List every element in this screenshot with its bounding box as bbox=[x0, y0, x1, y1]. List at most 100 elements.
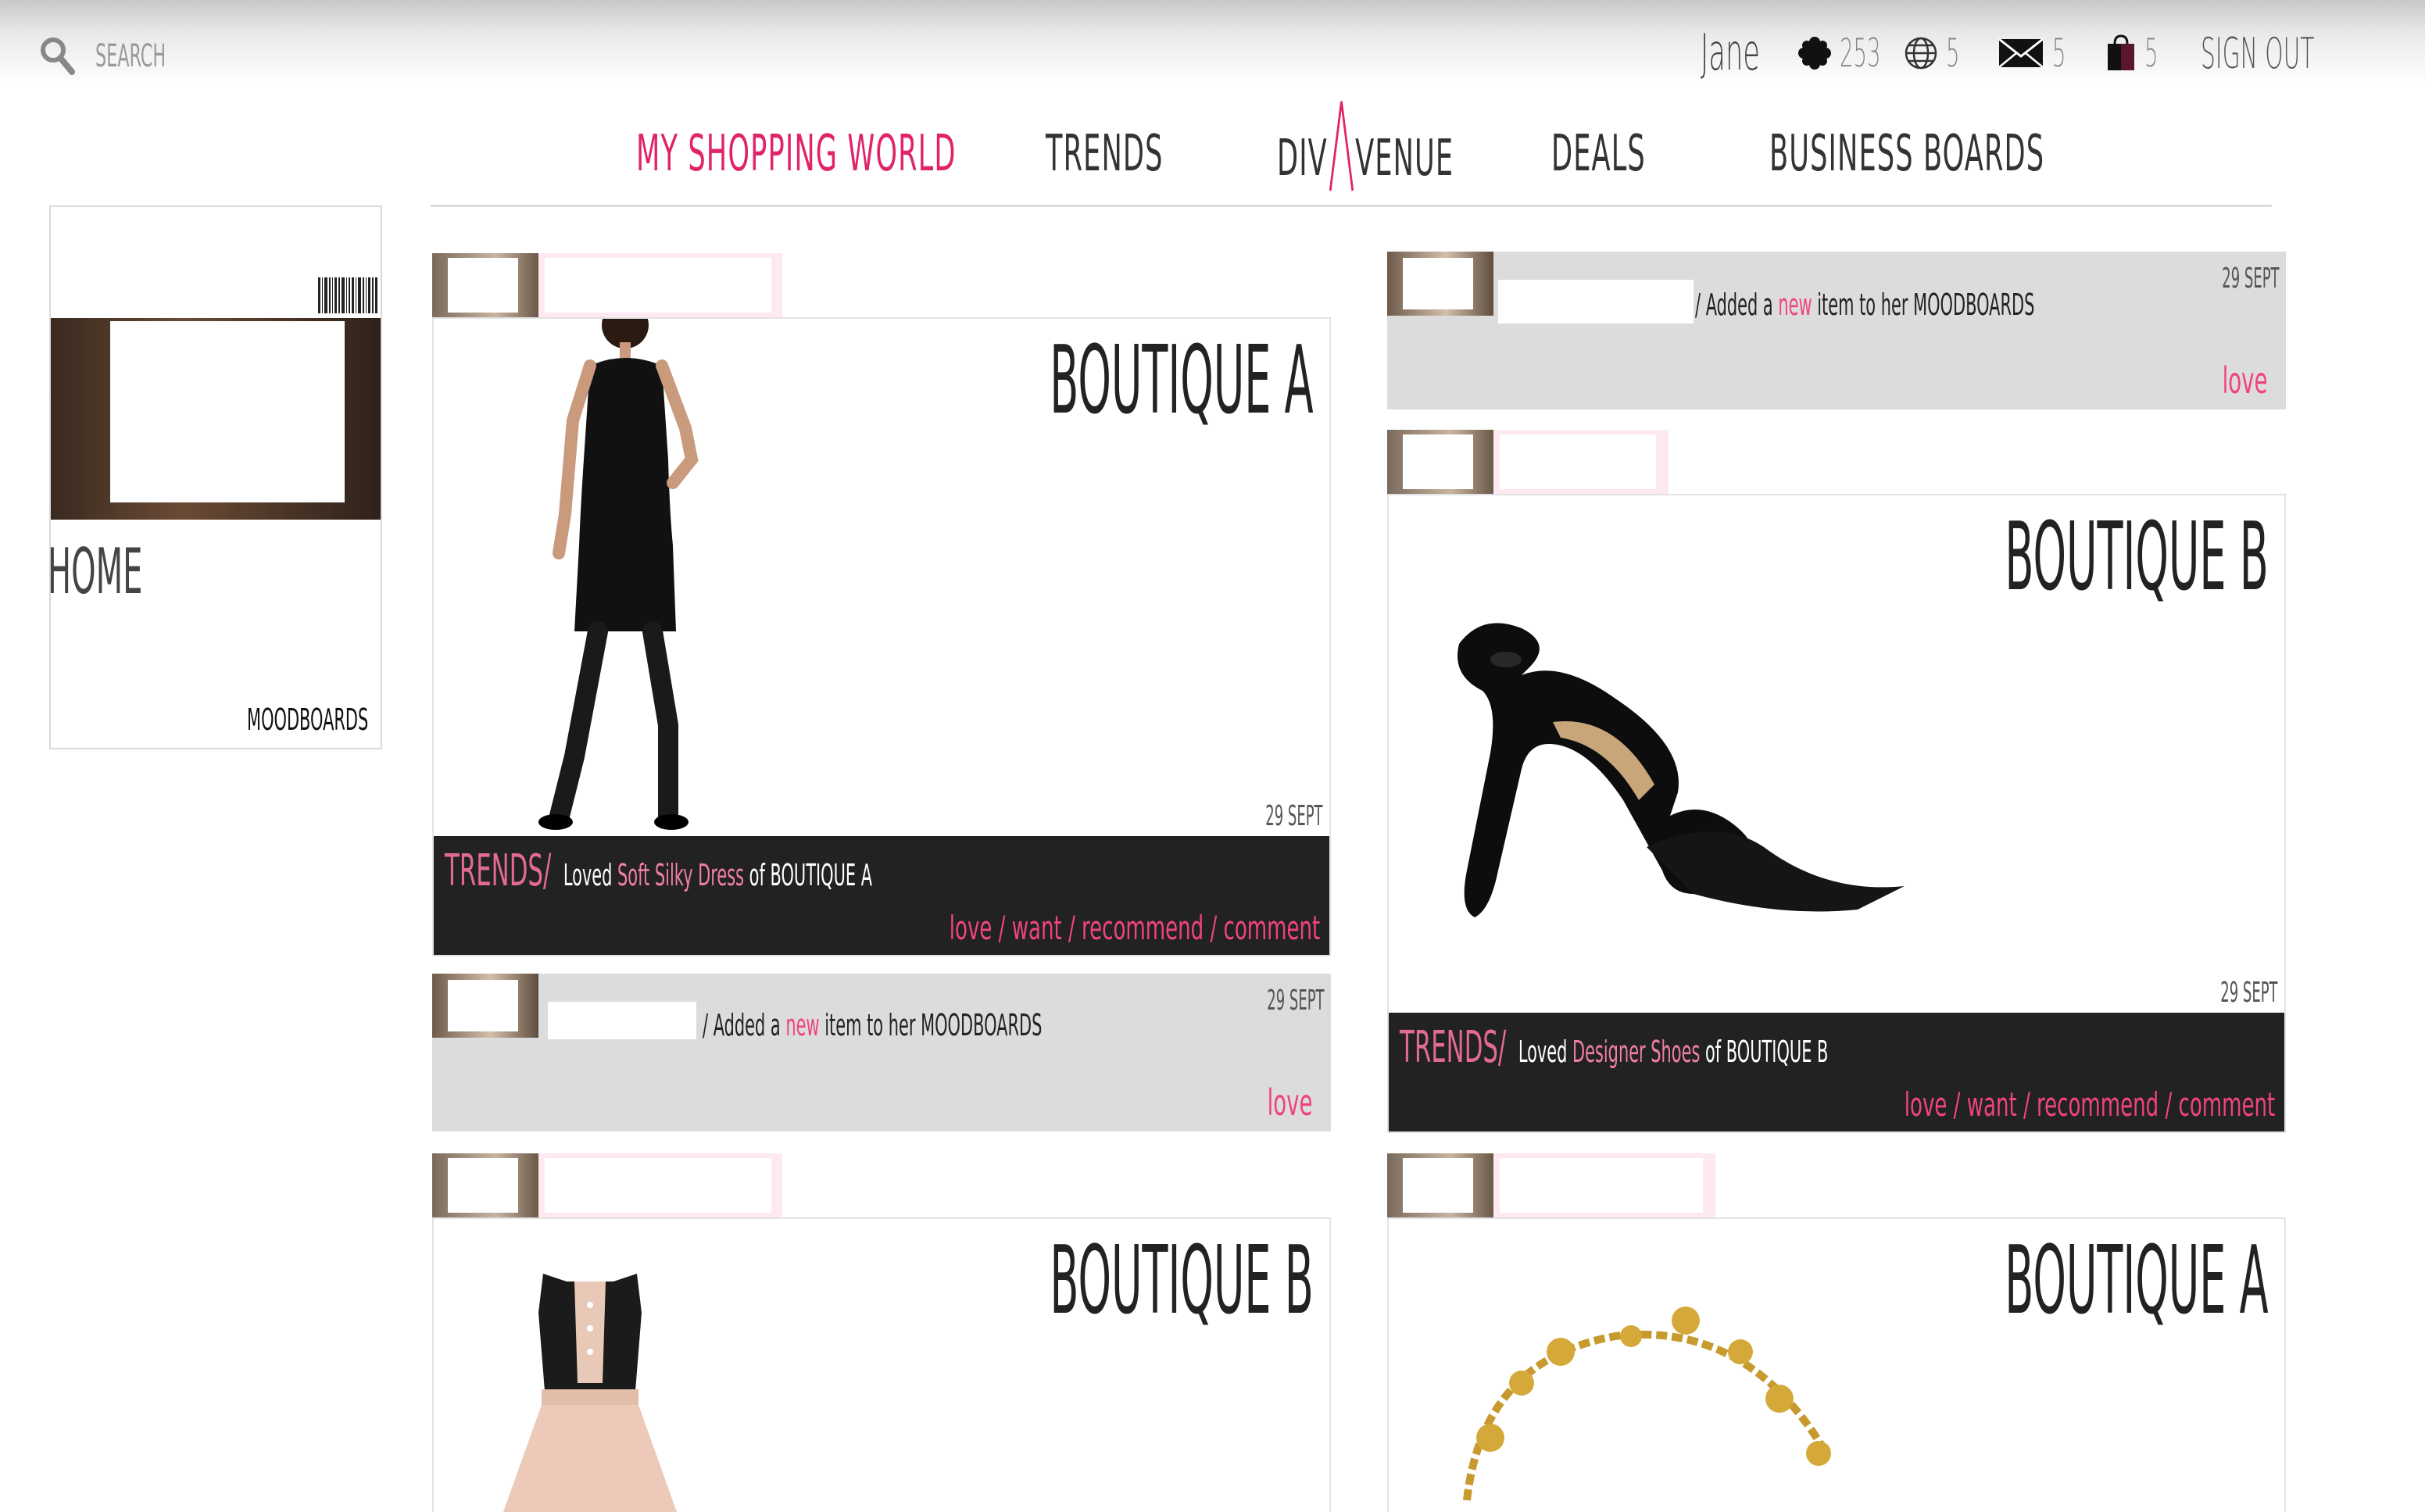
moodboards-link[interactable]: MOODBOARDS bbox=[247, 702, 368, 737]
username-label[interactable]: Jane bbox=[1701, 24, 1760, 82]
activity-text: / Added a new item to her MOODBOARDS bbox=[703, 1008, 1042, 1042]
post-author-strip[interactable] bbox=[1387, 1153, 1715, 1217]
nav-divavenue[interactable]: DIV VENUE bbox=[1277, 101, 1454, 191]
boutique-name[interactable]: BOUTIQUE B bbox=[2005, 503, 2269, 612]
activity-slash: / bbox=[703, 1008, 709, 1042]
post-caption: TRENDS/ Loved Designer Shoes of BOUTIQUE… bbox=[1400, 1022, 1828, 1073]
author-avatar[interactable] bbox=[1387, 430, 1493, 494]
home-link[interactable]: HOME bbox=[48, 535, 142, 608]
activity-new[interactable]: new bbox=[1778, 288, 1812, 322]
trends-tag[interactable]: TRENDS/ bbox=[445, 845, 551, 896]
shopping-bag-icon bbox=[2108, 34, 2134, 70]
post-author-strip[interactable] bbox=[432, 253, 782, 317]
cart-count: 5 bbox=[2144, 30, 2159, 76]
a-logo-icon bbox=[1329, 101, 1354, 191]
product-image-gold-bracelet[interactable] bbox=[1436, 1266, 1873, 1512]
points-count: 253 bbox=[1840, 30, 1881, 76]
messages-counter[interactable]: 5 bbox=[1998, 30, 2077, 77]
nav-deals[interactable]: DEALS bbox=[1551, 125, 1646, 183]
feed-post[interactable]: BOUTIQUE B bbox=[432, 1217, 1331, 1512]
author-name-redaction bbox=[1500, 1158, 1703, 1213]
feed-post[interactable]: BOUTIQUE B 29 SEPT TRENDS/ Loved Designe… bbox=[1387, 494, 2286, 1133]
feed-post[interactable]: BOUTIQUE A bbox=[1387, 1217, 2286, 1512]
author-avatar[interactable] bbox=[1387, 1153, 1493, 1217]
profile-card[interactable]: HOME MOODBOARDS bbox=[48, 206, 382, 749]
caption-shop[interactable]: BOUTIQUE B bbox=[1726, 1035, 1829, 1069]
nav-divider bbox=[431, 205, 2272, 207]
search-icon[interactable] bbox=[39, 36, 75, 75]
globe-counter[interactable]: 5 bbox=[1904, 30, 1971, 77]
search-input[interactable] bbox=[95, 36, 241, 77]
activity-date: 29 SEPT bbox=[2222, 263, 2280, 295]
post-caption-bar: TRENDS/ Loved Designer Shoes of BOUTIQUE… bbox=[1389, 1013, 2284, 1131]
post-author-strip[interactable] bbox=[432, 1153, 782, 1217]
post-date: 29 SEPT bbox=[2220, 977, 2278, 1009]
post-actions[interactable]: love / want / recommend / comment bbox=[1905, 1085, 2275, 1124]
nav-my-shopping-world[interactable]: MY SHOPPING WORLD bbox=[636, 125, 957, 183]
nav-business-boards[interactable]: BUSINESS BOARDS bbox=[1769, 125, 2044, 183]
boutique-name[interactable]: BOUTIQUE A bbox=[1050, 327, 1314, 435]
points-counter[interactable]: 253 bbox=[1797, 30, 1914, 77]
globe-count: 5 bbox=[1946, 30, 1960, 76]
avatar-redaction bbox=[448, 1158, 518, 1213]
caption-loved: Loved bbox=[1518, 1035, 1568, 1069]
activity-date: 29 SEPT bbox=[1267, 985, 1325, 1017]
author-name-redaction bbox=[545, 258, 771, 313]
barcode-icon bbox=[318, 277, 381, 313]
activity-slash: / bbox=[1695, 288, 1701, 322]
divavenue-a-logo bbox=[1328, 101, 1355, 191]
post-caption: TRENDS/ Loved Soft Silky Dress of BOUTIQ… bbox=[445, 845, 872, 896]
activity-text: / Added a new item to her MOODBOARDS bbox=[1695, 288, 2034, 322]
avatar-redaction bbox=[448, 980, 518, 1031]
activity-avatar[interactable] bbox=[432, 974, 538, 1038]
love-link[interactable]: love bbox=[2222, 359, 2267, 402]
cart-counter[interactable]: 5 bbox=[2105, 30, 2169, 77]
author-avatar[interactable] bbox=[432, 253, 538, 317]
caption-of: of bbox=[749, 858, 765, 892]
caption-shop[interactable]: BOUTIQUE A bbox=[770, 858, 872, 892]
post-actions[interactable]: love / want / recommend / comment bbox=[950, 909, 1320, 947]
post-date: 29 SEPT bbox=[1265, 800, 1323, 832]
flower-badge-icon bbox=[1798, 37, 1831, 70]
activity-item[interactable]: / Added a new item to her MOODBOARDS 29 … bbox=[1387, 252, 2286, 409]
nav-trends[interactable]: TRENDS bbox=[1046, 125, 1164, 183]
divavenue-part-2: VENUE bbox=[1355, 130, 1454, 188]
activity-name-redaction bbox=[1498, 280, 1694, 323]
feed-post[interactable]: BOUTIQUE A 29 SEPT TRENDS/ Loved Soft Si… bbox=[432, 317, 1331, 956]
activity-name-redaction bbox=[548, 1002, 696, 1039]
avatar-redaction bbox=[1403, 258, 1473, 309]
product-image-designer-shoes[interactable] bbox=[1436, 613, 1936, 956]
trends-tag[interactable]: TRENDS/ bbox=[1400, 1022, 1506, 1073]
top-bar: Jane 253 5 bbox=[0, 0, 2425, 86]
avatar-redaction bbox=[1403, 434, 1473, 489]
globe-icon bbox=[1905, 37, 1937, 70]
caption-loved: Loved bbox=[563, 858, 613, 892]
product-image-pink-dress[interactable] bbox=[488, 1274, 692, 1512]
activity-added: Added a bbox=[713, 1008, 781, 1042]
activity-added: Added a bbox=[1705, 288, 1773, 322]
sign-out-label[interactable]: SIGN OUT bbox=[2201, 29, 2315, 78]
user-name[interactable]: Jane bbox=[1701, 24, 1808, 82]
caption-item-link[interactable]: Designer Shoes bbox=[1572, 1035, 1700, 1069]
main-nav: MY SHOPPING WORLD TRENDS DIV VENUE DEALS… bbox=[0, 101, 2425, 211]
activity-rest: item to her MOODBOARDS bbox=[824, 1008, 1043, 1042]
profile-photo[interactable] bbox=[51, 318, 381, 520]
post-author-strip[interactable] bbox=[1387, 430, 1669, 494]
divavenue-part-1: DIV bbox=[1277, 130, 1328, 188]
sign-out-link[interactable]: SIGN OUT bbox=[2201, 29, 2408, 78]
activity-avatar[interactable] bbox=[1387, 252, 1493, 316]
caption-item-link[interactable]: Soft Silky Dress bbox=[617, 858, 744, 892]
photo-redaction bbox=[110, 321, 345, 502]
boutique-name[interactable]: BOUTIQUE A bbox=[2005, 1227, 2269, 1335]
author-name-redaction bbox=[545, 1158, 771, 1213]
post-caption-bar: TRENDS/ Loved Soft Silky Dress of BOUTIQ… bbox=[434, 836, 1329, 955]
love-link[interactable]: love bbox=[1267, 1081, 1312, 1124]
author-name-redaction bbox=[1500, 434, 1656, 489]
activity-item[interactable]: / Added a new item to her MOODBOARDS 29 … bbox=[432, 974, 1331, 1131]
product-image-black-dress[interactable] bbox=[481, 319, 762, 835]
activity-new[interactable]: new bbox=[785, 1008, 819, 1042]
author-avatar[interactable] bbox=[432, 1153, 538, 1217]
boutique-name[interactable]: BOUTIQUE B bbox=[1050, 1227, 1314, 1335]
avatar-redaction bbox=[448, 258, 518, 313]
avatar-redaction bbox=[1403, 1158, 1473, 1213]
